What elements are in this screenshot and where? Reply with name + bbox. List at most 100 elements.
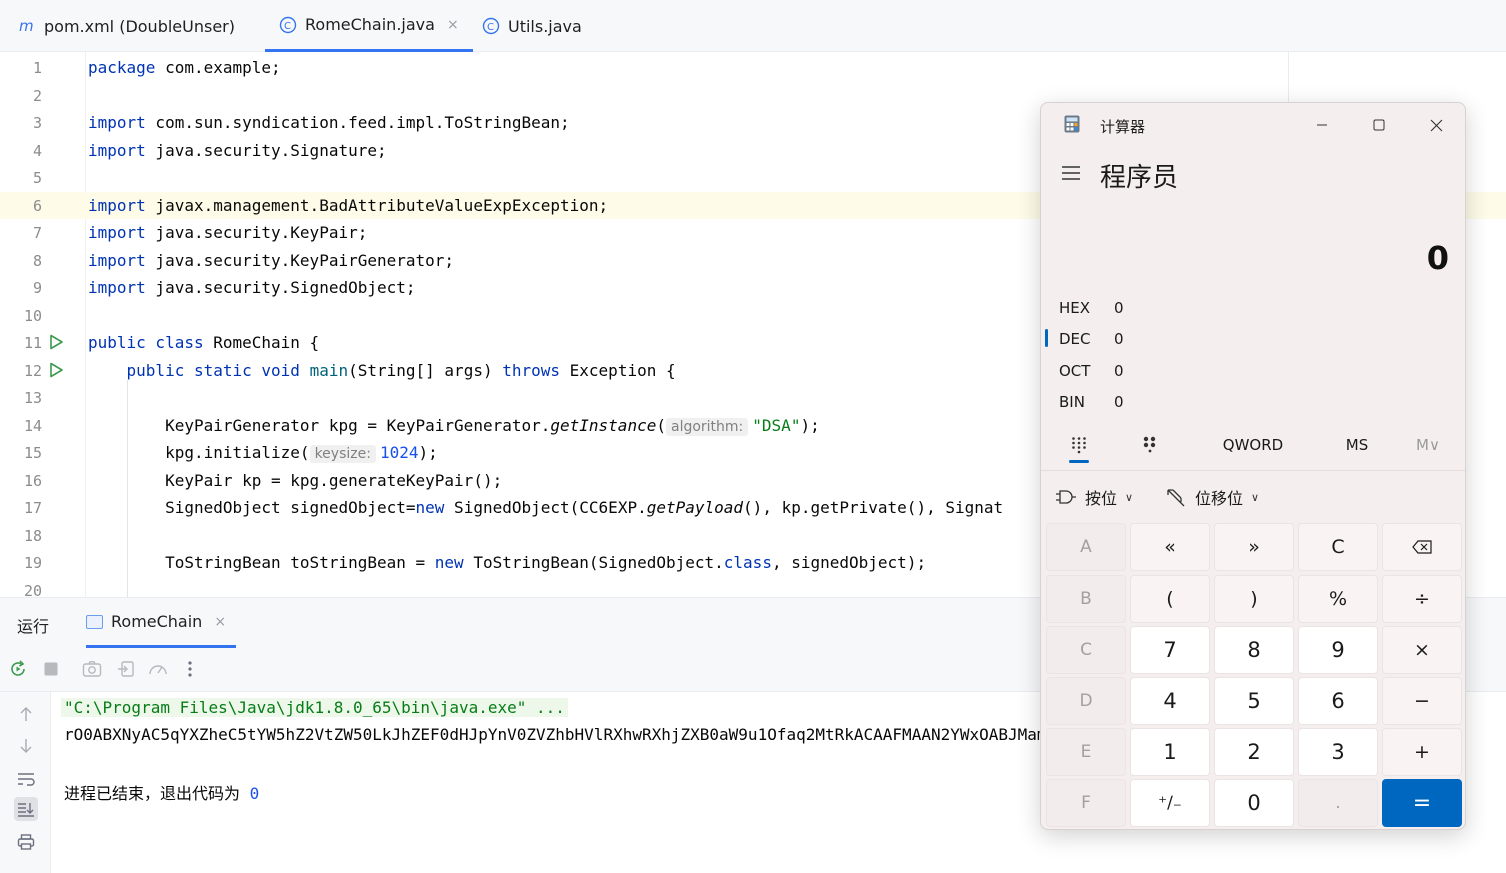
key-clear[interactable]: C (1298, 523, 1378, 571)
parameter-hint: keysize: (309, 445, 376, 463)
console-exit-line: 进程已结束，退出代码为 0 (64, 784, 260, 803)
memory-store-button[interactable]: MS (1335, 425, 1379, 465)
key-decimal: . (1298, 779, 1378, 827)
line-number: 10 (23, 306, 42, 325)
key-9[interactable]: 9 (1298, 626, 1378, 674)
key-shift-left[interactable]: « (1130, 523, 1210, 571)
print-icon[interactable] (14, 830, 38, 854)
key-6[interactable]: 6 (1298, 677, 1378, 725)
console-command-line: "C:\Program Files\Java\jdk1.8.0_65\bin\j… (61, 698, 568, 717)
key-hex-c: C (1046, 626, 1126, 674)
hamburger-menu-icon[interactable] (1061, 165, 1081, 181)
close-run-tab-icon[interactable]: × (214, 614, 226, 630)
calculator-keypad: A « » C B ( ) % ÷ C 7 8 9 × D 4 5 6 − E … (1045, 522, 1463, 828)
key-percent[interactable]: % (1298, 575, 1378, 623)
key-8[interactable]: 8 (1214, 626, 1294, 674)
coverage-gauge-icon[interactable] (147, 658, 169, 680)
key-3[interactable]: 3 (1298, 728, 1378, 776)
bitwise-row: 按位 ∨ 位移位 ∨ (1041, 477, 1465, 517)
line-number: 12 (23, 361, 42, 380)
bitwise-dropdown[interactable]: 按位 ∨ (1055, 485, 1133, 509)
line-number: 20 (23, 581, 42, 598)
run-gutter-icon[interactable] (48, 334, 64, 350)
key-4[interactable]: 4 (1130, 677, 1210, 725)
bitshift-dropdown[interactable]: 位移位 ∨ (1165, 485, 1259, 509)
word-size-button[interactable]: QWORD (1213, 425, 1293, 465)
line-number: 2 (32, 86, 42, 105)
close-icon[interactable] (1422, 111, 1450, 139)
line-number: 3 (32, 114, 42, 132)
backspace-icon[interactable] (1382, 523, 1462, 571)
line-number: 17 (23, 499, 42, 517)
tab-label: Utils.java (508, 16, 582, 36)
line-number: 8 (32, 251, 42, 270)
calculator-app-icon (1064, 115, 1080, 133)
logic-gate-icon (1056, 490, 1076, 504)
key-1[interactable]: 1 (1130, 728, 1210, 776)
mode-row-divider (1041, 470, 1465, 471)
line-number: 5 (32, 169, 42, 187)
line-number: 4 (32, 141, 42, 160)
full-keypad-icon[interactable] (1064, 425, 1094, 465)
tab-romechain-java[interactable]: C RomeChain.java × (265, 0, 473, 52)
bit-shift-icon (1167, 489, 1185, 507)
parameter-hint: algorithm: (665, 417, 749, 436)
key-negate[interactable]: ⁺∕₋ (1130, 779, 1210, 827)
key-subtract[interactable]: − (1382, 677, 1462, 725)
line-number: 13 (23, 389, 42, 407)
calculator-title-bar[interactable]: 计算器 (1041, 103, 1465, 147)
more-options-icon[interactable] (179, 658, 201, 680)
key-5[interactable]: 5 (1214, 677, 1294, 725)
java-class-icon: C (482, 17, 500, 35)
key-shift-right[interactable]: » (1214, 523, 1294, 571)
key-hex-b: B (1046, 575, 1126, 623)
key-2[interactable]: 2 (1214, 728, 1294, 776)
calculator-display: 0 (1426, 239, 1449, 277)
scroll-to-end-icon[interactable] (14, 797, 38, 821)
line-number: 9 (32, 279, 42, 297)
key-7[interactable]: 7 (1130, 626, 1210, 674)
line-number: 14 (23, 416, 42, 435)
key-multiply[interactable]: × (1382, 626, 1462, 674)
tab-label: RomeChain.java (305, 15, 435, 34)
maven-icon: m (18, 17, 36, 35)
key-hex-e: E (1046, 728, 1126, 776)
run-gutter-icon[interactable] (48, 362, 64, 378)
run-tab-romechain[interactable]: RomeChain × (86, 598, 236, 648)
rerun-icon[interactable] (7, 658, 29, 680)
minimize-icon[interactable] (1308, 111, 1336, 139)
key-0[interactable]: 0 (1214, 779, 1294, 827)
selected-radix-indicator (1045, 329, 1048, 347)
key-close-paren[interactable]: ) (1214, 575, 1294, 623)
java-class-icon: C (279, 16, 297, 34)
key-open-paren[interactable]: ( (1130, 575, 1210, 623)
radix-bin[interactable]: BIN 0 (1059, 393, 1124, 411)
key-equals[interactable]: = (1382, 779, 1462, 827)
import-icon[interactable] (115, 658, 137, 680)
key-add[interactable]: + (1382, 728, 1462, 776)
key-hex-d: D (1046, 677, 1126, 725)
key-divide[interactable]: ÷ (1382, 575, 1462, 623)
calculator-window: 计算器 程序员 0 HEX 0 DEC 0 OCT 0 BIN 0 QWORD MS (1040, 102, 1466, 830)
editor-tab-bar: m pom.xml (DoubleUnser) C RomeChain.java… (0, 0, 1506, 52)
radix-hex[interactable]: HEX 0 (1059, 299, 1124, 317)
bit-toggle-keypad-icon[interactable] (1135, 425, 1165, 465)
tab-pom-xml[interactable]: m pom.xml (DoubleUnser) (18, 0, 235, 52)
camera-icon[interactable] (81, 658, 103, 680)
svg-text:m: m (19, 17, 34, 35)
stop-icon[interactable] (40, 658, 62, 680)
tab-utils-java[interactable]: C Utils.java (482, 0, 582, 52)
arrow-up-icon[interactable] (14, 702, 38, 726)
svg-text:C: C (284, 21, 291, 32)
keypad-mode-row: QWORD MS M∨ (1041, 425, 1465, 467)
soft-wrap-icon[interactable] (14, 767, 38, 791)
radix-dec[interactable]: DEC 0 (1059, 330, 1124, 348)
close-tab-icon[interactable]: × (447, 17, 459, 33)
arrow-down-icon[interactable] (14, 734, 38, 758)
maximize-icon[interactable] (1365, 111, 1393, 139)
run-panel-title: 运行 (17, 617, 50, 636)
line-number: 16 (23, 471, 42, 490)
radix-oct[interactable]: OCT 0 (1059, 362, 1124, 380)
line-number: 15 (23, 444, 42, 462)
key-hex-a: A (1046, 523, 1126, 571)
